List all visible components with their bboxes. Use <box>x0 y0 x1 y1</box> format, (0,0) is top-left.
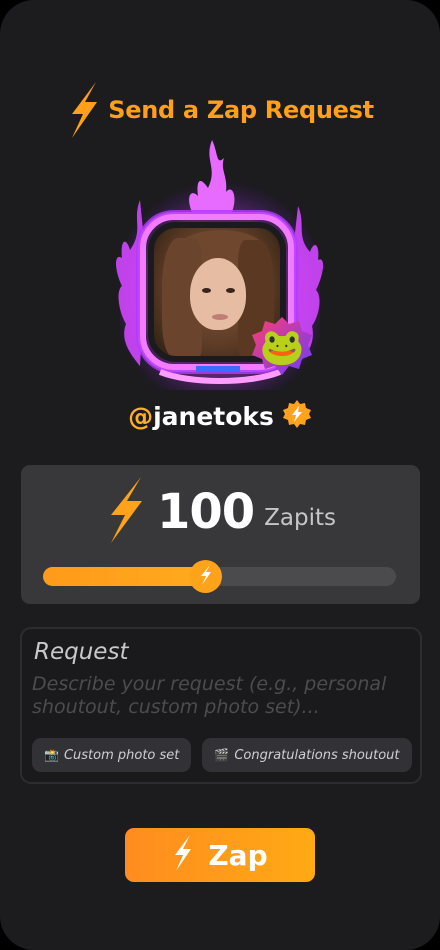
zap-button[interactable]: Zap <box>125 828 315 882</box>
slider-thumb[interactable] <box>189 560 223 593</box>
lightning-bolt-icon <box>105 477 147 547</box>
avatar[interactable]: 🐸 <box>100 140 340 390</box>
title-row: Send a Zap Request <box>0 82 440 138</box>
amount-value: 100 <box>156 484 255 540</box>
amount-display: 100 Zapits <box>21 475 420 549</box>
lightning-bolt-icon <box>66 82 102 138</box>
lightning-bolt-icon <box>172 835 194 875</box>
slider-fill <box>43 567 206 586</box>
clapperboard-icon: 🎬 <box>214 748 230 762</box>
request-label: Request <box>34 639 129 665</box>
username[interactable]: @janetoks <box>128 402 274 431</box>
request-panel: Request 📸 Custom photo set 🎬 Congratulat… <box>20 627 422 784</box>
chip-label: Congratulations shoutout <box>234 747 400 763</box>
frog-badge-icon: 🐸 <box>250 315 314 379</box>
page-title: Send a Zap Request <box>108 96 374 124</box>
lightning-bolt-icon <box>199 564 213 589</box>
suggestion-chips: 📸 Custom photo set 🎬 Congratulations sho… <box>32 738 412 772</box>
chip-custom-photo-set[interactable]: 📸 Custom photo set <box>32 738 192 772</box>
chip-congratulations-shoutout[interactable]: 🎬 Congratulations shoutout <box>202 738 412 772</box>
zap-request-card: Send a Zap Request 🐸 @janetoks 100 Zapit… <box>0 0 440 950</box>
request-input[interactable] <box>32 673 402 729</box>
amount-slider[interactable] <box>43 560 396 593</box>
verified-badge-icon <box>282 399 312 433</box>
amount-panel: 100 Zapits <box>21 465 420 604</box>
camera-icon: 📸 <box>44 748 59 762</box>
username-row: @janetoks <box>0 396 440 436</box>
chip-label: Custom photo set <box>63 747 180 763</box>
amount-unit: Zapits <box>264 505 337 531</box>
zap-button-label: Zap <box>208 838 268 872</box>
